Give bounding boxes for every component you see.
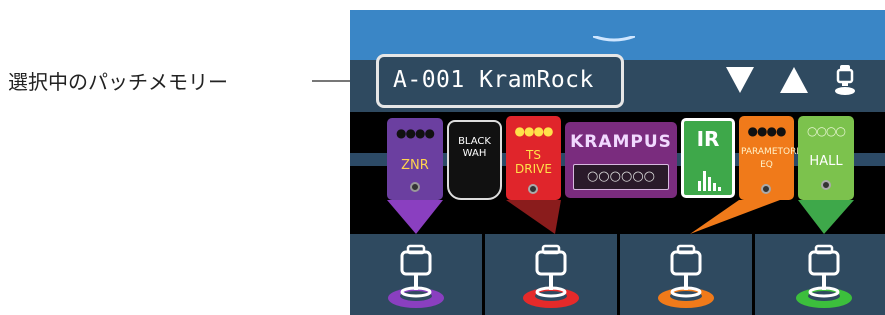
device-screen: A-001 KramRock ●●●● ZNR BLACK WAH ●●●● T… [350, 10, 885, 315]
footswitch-row [350, 234, 885, 315]
footswitch-4[interactable] [755, 234, 885, 315]
footswitch-assignment-wires [387, 200, 854, 243]
footswitch-2[interactable] [485, 234, 617, 315]
footswitch-3[interactable] [620, 234, 752, 315]
callout-label: 選択中のパッチメモリー [8, 70, 228, 94]
footswitch-icon [796, 244, 852, 308]
footswitch-icon [658, 244, 714, 308]
footswitch-icon [523, 244, 579, 308]
footswitch-icon [388, 244, 444, 308]
footswitch-1[interactable] [350, 234, 482, 315]
